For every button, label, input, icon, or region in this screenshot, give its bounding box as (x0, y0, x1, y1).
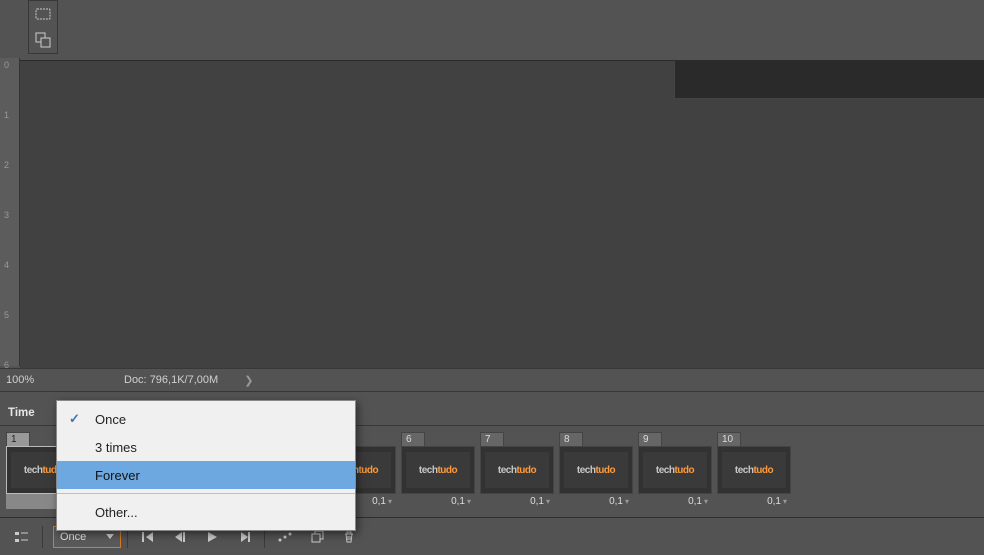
frame-10[interactable]: 10techtudo0,1▾ (717, 432, 791, 509)
secondary-panel (674, 61, 984, 99)
menu-divider (57, 493, 355, 494)
frame-7[interactable]: 7techtudo0,1▾ (480, 432, 554, 509)
frame-thumbnail[interactable]: techtudo (717, 446, 791, 494)
chevron-down-icon: ▾ (546, 497, 550, 506)
timeline-label: Time (8, 407, 35, 419)
artboard-tool[interactable] (29, 27, 57, 53)
frame-8[interactable]: 8techtudo0,1▾ (559, 432, 633, 509)
tool-palette (28, 0, 58, 54)
frame-delay[interactable]: 0,1▾ (638, 494, 712, 509)
frame-delay[interactable]: 0,1▾ (717, 494, 791, 509)
loop-option-3-times[interactable]: 3 times (57, 433, 355, 461)
chevron-right-icon[interactable]: ❯ (244, 374, 253, 387)
chevron-down-icon: ▾ (625, 497, 629, 506)
chevron-down-icon: ▾ (388, 497, 392, 506)
frame-delay[interactable]: 0,1▾ (480, 494, 554, 509)
chevron-down-icon: ▾ (783, 497, 787, 506)
loop-option-other-[interactable]: Other... (57, 498, 355, 526)
status-bar: 100% Doc: 796,1K/7,00M ❯ (0, 368, 984, 392)
panel-divider (0, 392, 984, 400)
frame-thumbnail[interactable]: techtudo (638, 446, 712, 494)
frame-delay[interactable]: 0,1▾ (401, 494, 475, 509)
chevron-down-icon: ▾ (704, 497, 708, 506)
convert-timeline-icon[interactable] (8, 525, 36, 549)
vertical-ruler: 0 1 2 3 4 5 6 (0, 58, 20, 366)
frame-number: 10 (717, 432, 741, 446)
frame-number: 8 (559, 432, 583, 446)
rectangle-tool[interactable] (29, 1, 57, 27)
frame-6[interactable]: 6techtudo0,1▾ (401, 432, 475, 509)
frame-thumbnail[interactable]: techtudo (559, 446, 633, 494)
canvas-area[interactable] (20, 60, 984, 368)
loop-select-value: Once (60, 531, 86, 543)
frame-thumbnail[interactable]: techtudo (401, 446, 475, 494)
loop-count-menu[interactable]: Once3 timesForever Other... (56, 400, 356, 531)
chevron-down-icon (106, 534, 114, 539)
doc-info: Doc: 796,1K/7,00M (124, 374, 218, 386)
frame-delay[interactable]: 0,1▾ (559, 494, 633, 509)
loop-option-forever[interactable]: Forever (57, 461, 355, 489)
frame-number: 1 (6, 432, 30, 446)
loop-option-once[interactable]: Once (57, 405, 355, 433)
chevron-down-icon: ▾ (467, 497, 471, 506)
frame-number: 7 (480, 432, 504, 446)
zoom-level[interactable]: 100% (6, 374, 56, 386)
frame-thumbnail[interactable]: techtudo (480, 446, 554, 494)
frame-number: 9 (638, 432, 662, 446)
frame-number: 6 (401, 432, 425, 446)
frame-9[interactable]: 9techtudo0,1▾ (638, 432, 712, 509)
